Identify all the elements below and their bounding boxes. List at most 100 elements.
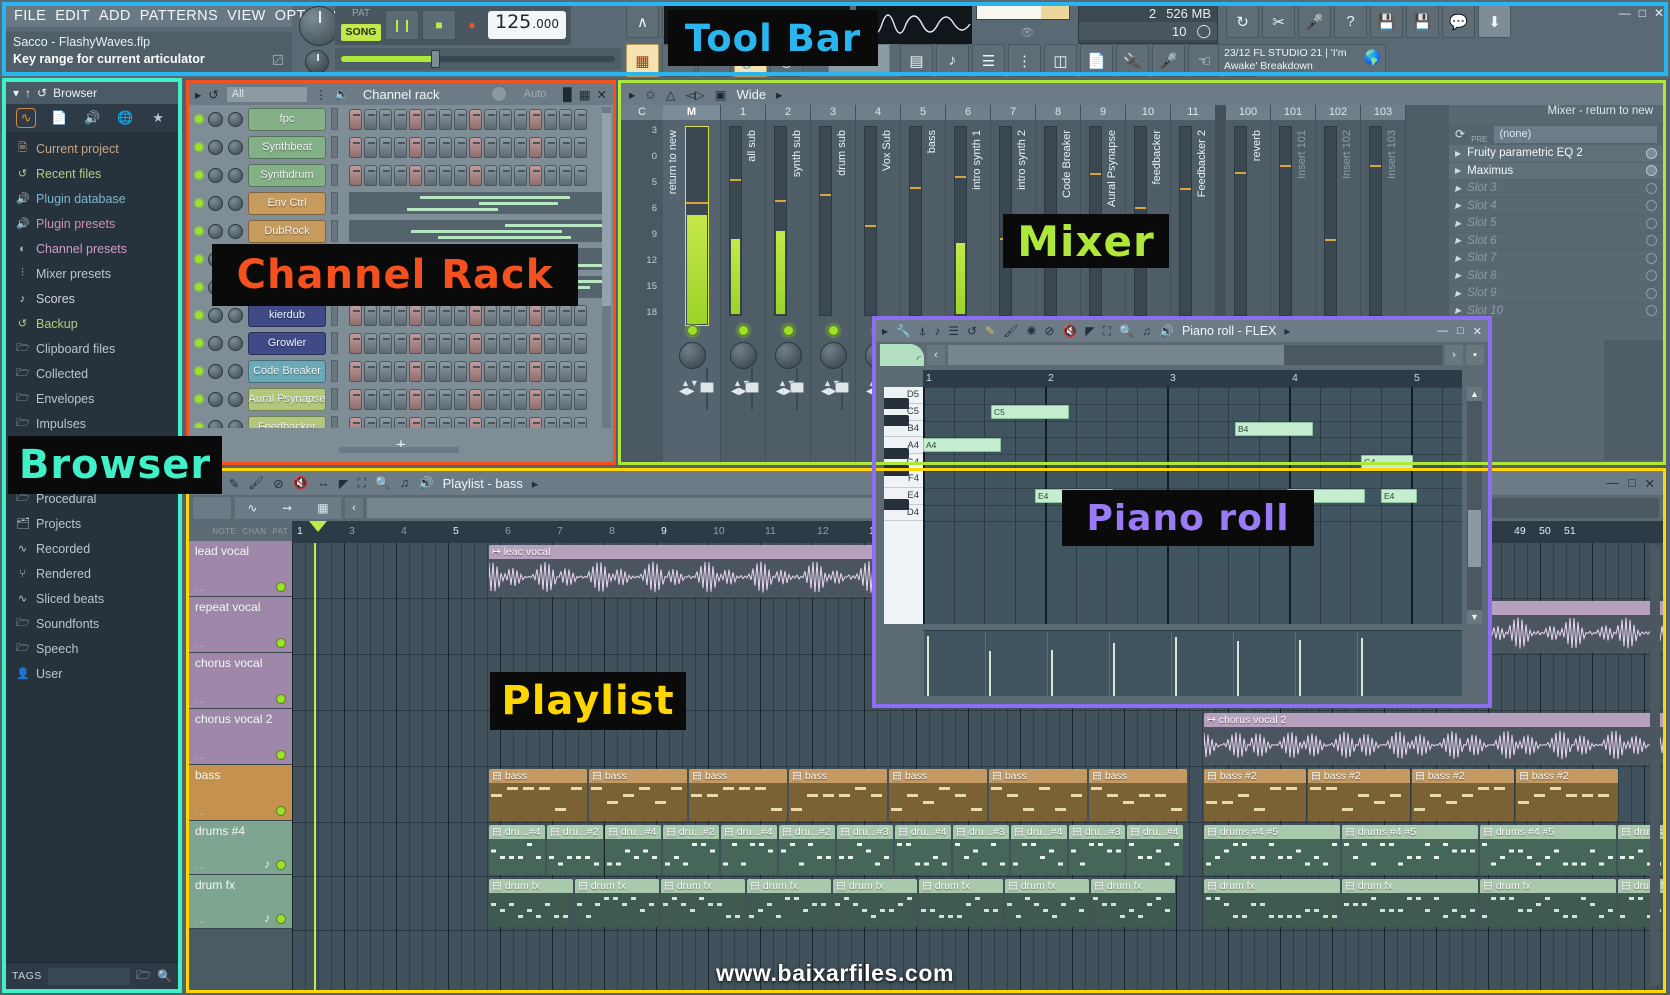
channel-mute-led[interactable]	[195, 255, 203, 263]
step-button[interactable]	[424, 109, 437, 130]
playlist-clip[interactable]: ▤ dru...#4	[721, 825, 777, 875]
chevron-right-icon[interactable]: ▸	[532, 476, 538, 491]
playlist-clip[interactable]: ▤ dru...#4	[489, 825, 545, 875]
channel-mini-fader[interactable]	[331, 304, 338, 326]
mixer-icon[interactable]: ☰	[972, 44, 1005, 77]
clip-label[interactable]: ▤ drums #4 #5	[1342, 825, 1478, 839]
velocity-bar-region[interactable]	[923, 631, 983, 696]
track-menu-icon[interactable]: …	[195, 638, 206, 650]
save-as-icon[interactable]: 💾	[1406, 5, 1439, 38]
slider-knob[interactable]	[431, 50, 440, 68]
velocity-bar-region[interactable]	[1295, 631, 1355, 696]
magnet-icon[interactable]: ⍋	[919, 324, 926, 339]
paint-icon[interactable]: 🖌	[1003, 324, 1018, 338]
insert-slot[interactable]: ▶ Slot 5	[1449, 215, 1663, 233]
step-button[interactable]	[469, 333, 482, 354]
step-button[interactable]	[409, 361, 422, 382]
eye-icon[interactable]: 👁	[1020, 26, 1034, 39]
channel-name-button[interactable]: Env Ctrl	[248, 192, 326, 215]
mixer-track-name[interactable]: Insert 103	[1386, 130, 1398, 179]
piano-keyboard[interactable]: D5 C5 B4 A4 G4 F4 E4 D4	[884, 387, 923, 624]
piano-roll-icon[interactable]: ♪	[936, 44, 969, 77]
playlist-clip[interactable]: ▤ dru...#3	[953, 825, 1009, 875]
tab-waveform-icon[interactable]: ∿	[16, 108, 36, 128]
playlist-clip[interactable]: ▤ dru...#2	[663, 825, 719, 875]
play-pause-button[interactable]: ❙❙	[385, 10, 419, 40]
playlist-track[interactable]: chorus vocal…	[189, 653, 292, 709]
step-button[interactable]	[559, 109, 572, 130]
mixer-track-name[interactable]: return to new	[667, 130, 679, 194]
channel-name-button[interactable]: Synthbeat	[248, 136, 326, 159]
playlist-clip[interactable]: ▤ bass #2	[1412, 769, 1514, 821]
master-slider[interactable]	[341, 56, 615, 62]
clip-label[interactable]: ▤ bass	[889, 769, 987, 783]
clip-label[interactable]: ▤ dru...#4	[895, 825, 951, 839]
menu-bar[interactable]: FILE EDIT ADD PATTERNS VIEW OPTIONS TOOL…	[6, 5, 292, 27]
mixer-track-number[interactable]: 5	[901, 105, 945, 120]
channel-name-button[interactable]: Aural Psynapse	[248, 388, 326, 411]
clip-label[interactable]: ▤ drums #4 #5	[1204, 825, 1340, 839]
playlist-vscrollbar[interactable]	[1650, 545, 1660, 986]
channel-volume-knob[interactable]	[228, 224, 243, 239]
playlist-mode-tools[interactable]: ∿ ➙ ▦	[235, 497, 341, 519]
close-icon[interactable]: ✕	[1654, 6, 1664, 20]
undo-icon[interactable]: ↻	[1226, 5, 1259, 38]
step-button[interactable]	[544, 109, 557, 130]
track-enable-led[interactable]	[276, 806, 286, 816]
playlist-clip[interactable]: ▤ drum fx	[1480, 879, 1616, 927]
channel-filter-select[interactable]: All	[226, 86, 308, 103]
mixer-volume-fader[interactable]	[790, 368, 804, 410]
clip-label[interactable]: ▤ dru...#3	[837, 825, 893, 839]
insert-slot[interactable]: ▶ Fruity parametric EQ 2	[1449, 145, 1663, 163]
step-button[interactable]	[469, 361, 482, 382]
browser-item-recent-files[interactable]: ↺ Recent files	[6, 161, 178, 186]
step-button[interactable]	[559, 305, 572, 326]
scroll-thumb[interactable]	[367, 498, 910, 518]
step-button[interactable]	[394, 333, 407, 354]
mixer-view-mode[interactable]: Wide	[736, 87, 766, 102]
piano-note[interactable]: C5	[991, 405, 1069, 419]
channel-pan-knob[interactable]	[208, 392, 223, 407]
playlist-clip[interactable]: ▤ drum fx	[1342, 879, 1478, 927]
track-enable-led[interactable]	[276, 750, 286, 760]
mixer-pan-knob[interactable]	[679, 342, 706, 369]
browser-icon[interactable]: ◫	[1044, 44, 1077, 77]
clip-label[interactable]: ▤ bass	[789, 769, 887, 783]
clip-label[interactable]: ▤ bass #2	[1412, 769, 1514, 783]
wrench-icon[interactable]: 🔧	[896, 324, 911, 338]
clip-label[interactable]: ▤ dru...#4	[489, 825, 545, 839]
step-button[interactable]	[364, 305, 377, 326]
channel-rack-hscrollbar[interactable]	[339, 447, 459, 453]
channel-mini-fader[interactable]	[331, 164, 338, 186]
step-button[interactable]	[559, 361, 572, 382]
playback-icon[interactable]: ♫	[400, 476, 409, 490]
mixer-route-icon[interactable]: ◀▶	[679, 386, 694, 397]
channel-volume-knob[interactable]	[228, 140, 243, 155]
browser-item-projects[interactable]: 🗂 Projects	[6, 511, 178, 536]
channel-row[interactable]: Synthbeat	[189, 133, 613, 161]
playlist-clip[interactable]: ▤ bass	[989, 769, 1087, 821]
step-button[interactable]	[529, 361, 542, 382]
clip-label[interactable]: ▤ drum fx	[1005, 879, 1089, 893]
step-button[interactable]	[544, 361, 557, 382]
stand-icon[interactable]: 🎤	[1152, 44, 1185, 77]
playlist-clip[interactable]: ▤ drums #4 #5	[1204, 825, 1340, 875]
step-button[interactable]	[529, 109, 542, 130]
track-menu-icon[interactable]: …	[195, 806, 206, 818]
piano-note[interactable]: B4	[1235, 422, 1313, 436]
close-icon[interactable]: ✕	[1645, 476, 1655, 491]
track-enable-led[interactable]	[276, 914, 286, 924]
record-button[interactable]: ●	[459, 12, 485, 38]
close-icon[interactable]: ✕	[1473, 325, 1482, 338]
step-button[interactable]	[529, 137, 542, 158]
step-button[interactable]	[394, 165, 407, 186]
playlist-clip[interactable]: ▤ bass	[789, 769, 887, 821]
velocity-editor[interactable]	[923, 630, 1462, 696]
mixer-track-led[interactable]	[783, 325, 794, 336]
step-button[interactable]	[499, 305, 512, 326]
browser-item-soundfonts[interactable]: 🗁 Soundfonts	[6, 611, 178, 636]
clip-label[interactable]: ▤ bass	[689, 769, 787, 783]
playlist-track[interactable]: bass…	[189, 765, 292, 821]
delete-icon[interactable]: ⊘	[1044, 324, 1054, 338]
zoom-icon[interactable]: 🔍	[1119, 324, 1134, 338]
